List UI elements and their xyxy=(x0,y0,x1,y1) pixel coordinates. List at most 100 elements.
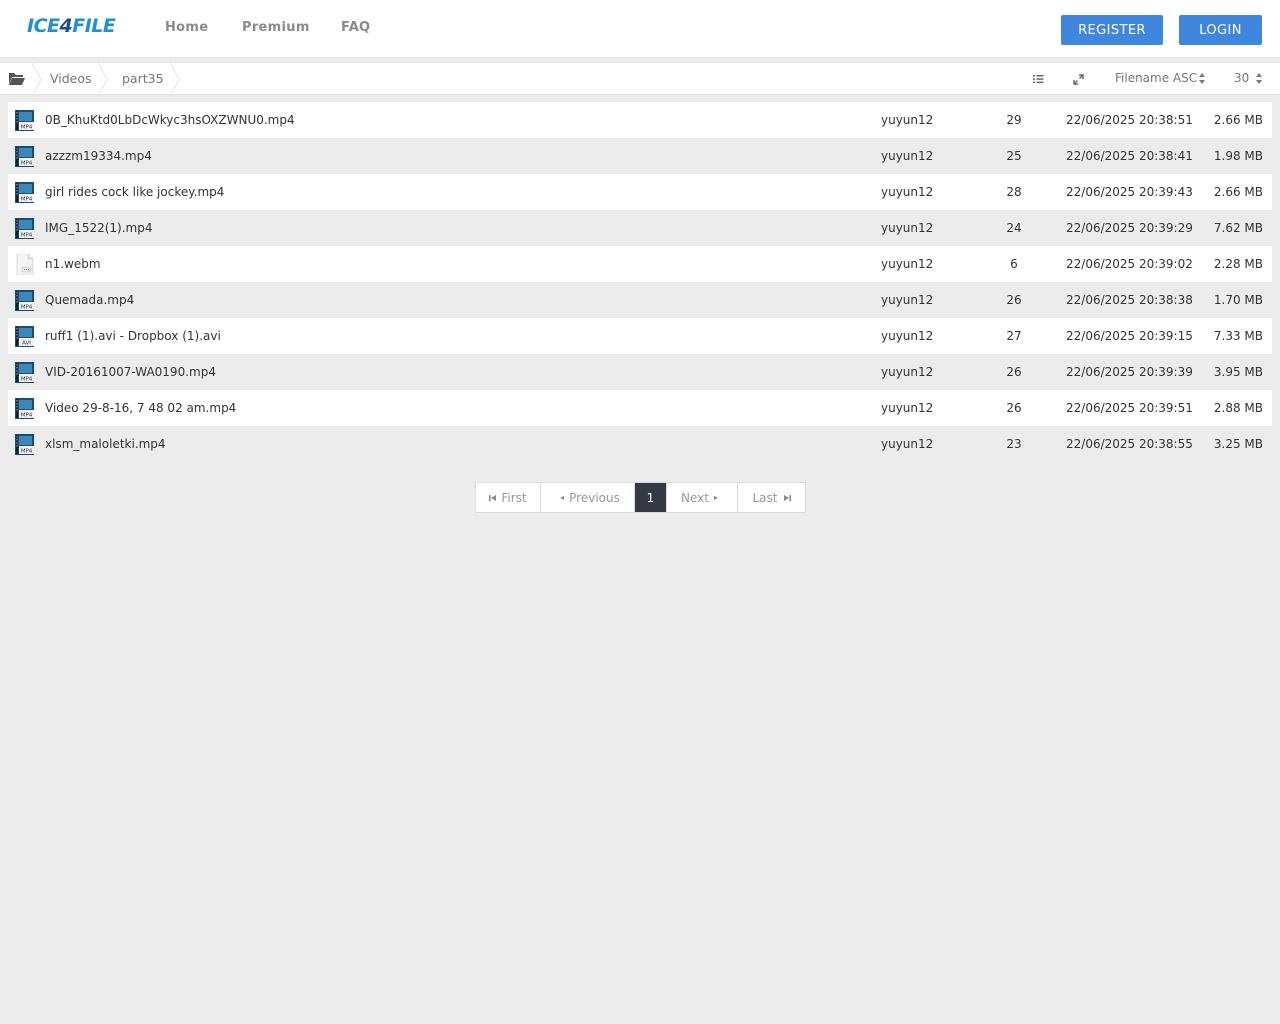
breadcrumb-separator xyxy=(98,63,108,96)
previous-page-button[interactable]: ◂ Previous xyxy=(541,483,635,512)
file-date: 22/06/2025 20:38:41 xyxy=(1066,149,1193,163)
file-count: 23 xyxy=(1006,437,1022,451)
file-date: 22/06/2025 20:39:29 xyxy=(1066,221,1193,235)
file-type-badge: MP4 xyxy=(21,233,33,239)
breadcrumb: Videos part35 Filename ASC 30 xyxy=(0,62,1280,96)
file-size: 7.33 MB xyxy=(1213,329,1263,343)
mp4-file-icon: MP4 xyxy=(15,110,34,131)
file-row[interactable]: MP4 VID-20161007-WA0190.mp4 yuyun12 26 22/0… xyxy=(8,354,1272,390)
logo-text-file: FILE xyxy=(72,15,116,37)
file-owner: yuyun12 xyxy=(881,293,934,307)
file-row[interactable]: MP4 IMG_1522(1).mp4 yuyun12 24 22/06/2025 2… xyxy=(8,210,1272,246)
generic-file-icon xyxy=(16,254,34,275)
file-type-badge: MP4 xyxy=(21,197,33,203)
first-page-label: First xyxy=(501,490,527,505)
file-size: 3.95 MB xyxy=(1213,365,1263,379)
file-owner: yuyun12 xyxy=(881,149,934,163)
expand-icon[interactable] xyxy=(1073,74,1084,85)
logo-text-ice: ICE xyxy=(27,15,60,37)
file-date: 22/06/2025 20:38:51 xyxy=(1066,113,1193,127)
next-page-button[interactable]: Next ▸ xyxy=(667,483,738,512)
file-owner: yuyun12 xyxy=(881,401,934,415)
file-size: 3.25 MB xyxy=(1213,437,1263,451)
file-date: 22/06/2025 20:39:51 xyxy=(1066,401,1193,415)
file-date: 22/06/2025 20:38:55 xyxy=(1066,437,1193,451)
file-name[interactable]: Quemada.mp4 xyxy=(45,293,134,307)
nav-premium-link[interactable]: Premium xyxy=(242,20,310,35)
first-page-icon xyxy=(489,494,497,501)
file-date: 22/06/2025 20:39:02 xyxy=(1066,257,1193,271)
file-owner: yuyun12 xyxy=(881,113,934,127)
file-size: 7.62 MB xyxy=(1213,221,1263,235)
file-type-badge: MP4 xyxy=(21,305,33,311)
breadcrumb-item-videos[interactable]: Videos xyxy=(50,71,92,86)
previous-arrow-icon: ◂ xyxy=(560,493,565,502)
file-row[interactable]: n1.webm yuyun12 6 22/06/2025 20:39:02 2.28 M… xyxy=(8,246,1272,282)
file-owner: yuyun12 xyxy=(881,437,934,451)
file-name[interactable]: girl rides cock like jockey.mp4 xyxy=(45,185,224,199)
file-count: 6 xyxy=(1010,257,1018,271)
file-row[interactable]: MP4 girl rides cock like jockey.mp4 yuyun… xyxy=(8,174,1272,210)
file-count: 26 xyxy=(1006,401,1022,415)
logo-text-4: 4 xyxy=(59,15,73,37)
file-date: 22/06/2025 20:39:15 xyxy=(1066,329,1193,343)
mp4-file-icon: MP4 xyxy=(15,218,34,239)
per-page-select[interactable]: 30 xyxy=(1234,71,1249,85)
top-header: ICE4FILE Home Premium FAQ REGISTER LOGIN xyxy=(0,0,1280,58)
file-name[interactable]: azzzm19334.mp4 xyxy=(45,149,152,163)
file-type-badge: MP4 xyxy=(21,449,33,455)
page-1-button[interactable]: 1 xyxy=(635,483,667,512)
file-type-badge: AVI xyxy=(22,341,31,347)
file-size: 2.66 MB xyxy=(1213,113,1263,127)
register-button[interactable]: REGISTER xyxy=(1061,15,1163,45)
file-name[interactable]: xlsm_maloletki.mp4 xyxy=(45,437,166,451)
mp4-file-icon: MP4 xyxy=(15,182,34,203)
next-page-label: Next xyxy=(681,490,709,505)
next-arrow-icon: ▸ xyxy=(713,493,718,502)
file-name[interactable]: ruff1 (1).avi - Dropbox (1).avi xyxy=(45,329,221,343)
last-page-button[interactable]: Last xyxy=(738,483,805,512)
file-name[interactable]: n1.webm xyxy=(45,257,101,271)
file-owner: yuyun12 xyxy=(881,221,934,235)
file-size: 2.28 MB xyxy=(1213,257,1263,271)
file-owner: yuyun12 xyxy=(881,185,934,199)
file-row[interactable]: MP4 Video 29-8-16, 7 48 02 am.mp4 yuyun12… xyxy=(8,390,1272,426)
file-row[interactable]: AVI ruff1 (1).avi - Dropbox (1).avi yuyun… xyxy=(8,318,1272,354)
mp4-file-icon: MP4 xyxy=(15,362,34,383)
file-row[interactable]: MP4 Quemada.mp4 yuyun12 26 22/06/2025 20:38… xyxy=(8,282,1272,318)
mp4-file-icon: MP4 xyxy=(15,146,34,167)
file-owner: yuyun12 xyxy=(881,329,934,343)
previous-page-label: Previous xyxy=(569,490,620,505)
nav-home-link[interactable]: Home xyxy=(165,20,208,35)
file-row[interactable]: MP4 0B_KhuKtd0LbDcWkyc3hsOXZWNU0.mp4 yuyu… xyxy=(8,102,1272,138)
mp4-file-icon: MP4 xyxy=(15,434,34,455)
ice4file-logo[interactable]: ICE4FILE xyxy=(27,15,116,39)
file-count: 28 xyxy=(1006,185,1022,199)
file-count: 25 xyxy=(1006,149,1022,163)
list-view-icon[interactable] xyxy=(1033,74,1044,84)
file-count: 26 xyxy=(1006,365,1022,379)
file-size: 2.88 MB xyxy=(1213,401,1263,415)
nav-faq-link[interactable]: FAQ xyxy=(341,20,370,35)
breadcrumb-item-part35[interactable]: part35 xyxy=(122,71,164,86)
login-button[interactable]: LOGIN xyxy=(1179,15,1262,45)
file-type-badge: MP4 xyxy=(21,377,33,383)
file-row[interactable]: MP4 azzzm19334.mp4 yuyun12 25 22/06/2025 20… xyxy=(8,138,1272,174)
file-count: 29 xyxy=(1006,113,1022,127)
file-name[interactable]: 0B_KhuKtd0LbDcWkyc3hsOXZWNU0.mp4 xyxy=(45,113,295,127)
folder-open-icon[interactable] xyxy=(9,72,25,85)
file-name[interactable]: Video 29-8-16, 7 48 02 am.mp4 xyxy=(45,401,236,415)
file-name[interactable]: IMG_1522(1).mp4 xyxy=(45,221,152,235)
file-name[interactable]: VID-20161007-WA0190.mp4 xyxy=(45,365,216,379)
file-list: MP4 0B_KhuKtd0LbDcWkyc3hsOXZWNU0.mp4yuyu… xyxy=(8,102,1272,462)
file-owner: yuyun12 xyxy=(881,365,934,379)
first-page-button[interactable]: First xyxy=(476,483,541,512)
pagination: First ◂ Previous 1 Next ▸ Last xyxy=(475,482,806,513)
file-size: 1.98 MB xyxy=(1213,149,1263,163)
sort-select[interactable]: Filename ASC xyxy=(1115,71,1197,85)
file-size: 1.70 MB xyxy=(1213,293,1263,307)
last-page-label: Last xyxy=(752,490,778,505)
file-row[interactable]: MP4 xlsm_maloletki.mp4 yuyun12 23 22/06/202… xyxy=(8,426,1272,462)
breadcrumb-separator xyxy=(170,63,180,96)
breadcrumb-separator xyxy=(32,63,42,96)
